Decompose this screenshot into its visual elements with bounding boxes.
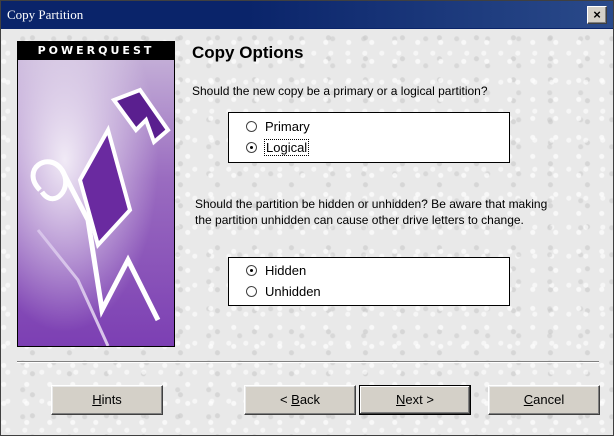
hidden-radio[interactable] xyxy=(246,264,257,276)
banner-artwork xyxy=(18,60,174,346)
button-divider xyxy=(17,361,599,363)
logical-radio[interactable] xyxy=(246,141,257,153)
back-button[interactable]: < Back xyxy=(244,385,356,415)
title-bar[interactable]: Copy Partition × xyxy=(1,1,613,29)
close-icon: × xyxy=(593,7,601,22)
primary-label[interactable]: Primary xyxy=(265,119,310,134)
primary-radio-option[interactable]: Primary xyxy=(246,117,310,135)
primary-radio[interactable] xyxy=(246,120,257,132)
copy-partition-dialog: Copy Partition × POWERQUEST Copy Options… xyxy=(0,0,614,436)
partition-type-question: Should the new copy be a primary or a lo… xyxy=(192,84,488,98)
hidden-radio-option[interactable]: Hidden xyxy=(246,261,306,279)
cancel-button[interactable]: Cancel xyxy=(488,385,600,415)
hints-button[interactable]: Hints xyxy=(51,385,163,415)
partition-type-group: Primary Logical xyxy=(228,112,510,163)
powerquest-banner: POWERQUEST xyxy=(17,41,175,347)
next-button[interactable]: Next > xyxy=(359,385,471,415)
close-button[interactable]: × xyxy=(587,6,607,24)
window-title: Copy Partition xyxy=(7,7,84,22)
powerquest-logo: POWERQUEST xyxy=(18,42,174,60)
hidden-label[interactable]: Hidden xyxy=(265,263,306,278)
visibility-question: Should the partition be hidden or unhidd… xyxy=(195,197,548,227)
unhidden-radio-option[interactable]: Unhidden xyxy=(246,282,321,300)
unhidden-label[interactable]: Unhidden xyxy=(265,284,321,299)
logical-radio-option[interactable]: Logical xyxy=(246,138,310,156)
page-title: Copy Options xyxy=(192,43,304,62)
unhidden-radio[interactable] xyxy=(246,285,257,297)
logical-label[interactable]: Logical xyxy=(263,138,310,156)
visibility-group: Hidden Unhidden xyxy=(228,257,510,306)
